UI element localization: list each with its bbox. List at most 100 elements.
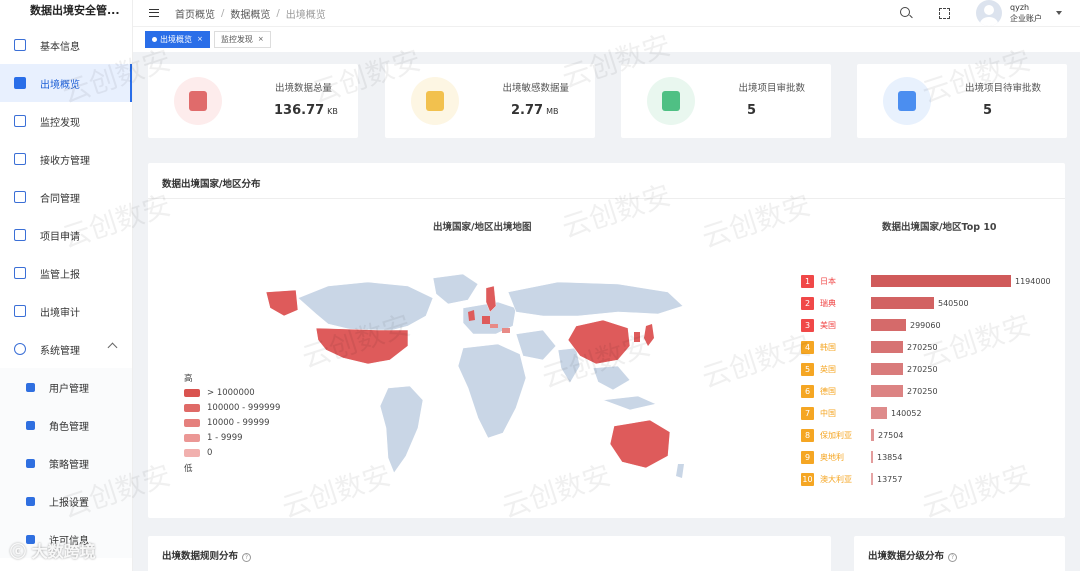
map-region-alaska bbox=[265, 289, 299, 317]
map-region-indonesia bbox=[602, 395, 657, 411]
rank-badge: 8 bbox=[801, 428, 814, 442]
bar-value: 13854 bbox=[877, 452, 903, 462]
stat-number: 2.77 bbox=[511, 103, 544, 118]
project-icon bbox=[14, 229, 26, 241]
top10-row[interactable]: 3 美国 299060 bbox=[801, 317, 1061, 333]
top10-row[interactable]: 1 日本 1194000 bbox=[801, 273, 1061, 289]
top10-row[interactable]: 6 德国 270250 bbox=[801, 383, 1061, 399]
breadcrumb-item[interactable]: 数据概览 bbox=[230, 6, 270, 21]
bar-value: 299060 bbox=[910, 320, 941, 330]
sidebar-item-8[interactable]: 系统管理 bbox=[0, 330, 132, 368]
bar-value: 540500 bbox=[938, 298, 969, 308]
sidebar-item-6[interactable]: 监管上报 bbox=[0, 254, 132, 292]
bar[interactable] bbox=[871, 275, 1011, 287]
tag-overview[interactable]: 出境概览 × bbox=[145, 31, 210, 48]
top10-row[interactable]: 7 中国 140052 bbox=[801, 405, 1061, 421]
tag-monitor[interactable]: 监控发现 × bbox=[213, 31, 271, 48]
sidebar-item-0[interactable]: 基本信息 bbox=[0, 26, 132, 64]
sidebar-item-5[interactable]: 项目申请 bbox=[0, 216, 132, 254]
legend-label: 0 bbox=[207, 447, 213, 458]
map-region-greenland bbox=[432, 273, 479, 305]
country-label: 中国 bbox=[820, 408, 836, 418]
sidebar-subitem-label: 上报设置 bbox=[49, 497, 89, 509]
legend-swatch bbox=[184, 388, 200, 397]
top10-row[interactable]: 2 瑞典 540500 bbox=[801, 295, 1061, 311]
country-label: 德国 bbox=[820, 386, 836, 396]
close-icon[interactable]: × bbox=[258, 32, 264, 47]
map-region-japan bbox=[644, 324, 654, 346]
sensitive-data-icon bbox=[411, 77, 459, 125]
sidebar-subitem-3[interactable]: 上报设置 bbox=[0, 482, 132, 520]
bar[interactable] bbox=[871, 319, 906, 331]
world-map[interactable] bbox=[258, 268, 698, 503]
sidebar-item-7[interactable]: 出境审计 bbox=[0, 292, 132, 330]
top10-row[interactable]: 8 保加利亚 27504 bbox=[801, 427, 1061, 443]
stat-value: 5 bbox=[747, 103, 759, 118]
help-icon[interactable]: ? bbox=[242, 553, 252, 562]
sidebar-item-2[interactable]: 监控发现 bbox=[0, 102, 132, 140]
sidebar-item-3[interactable]: 接收方管理 bbox=[0, 140, 132, 178]
bar[interactable] bbox=[871, 473, 873, 485]
sidebar-item-label: 合同管理 bbox=[40, 193, 80, 205]
legend-low: 低 bbox=[184, 463, 193, 474]
country-label: 奥地利 bbox=[820, 452, 844, 462]
stat-unit: KB bbox=[327, 107, 338, 116]
panel-title: 出境数据规则分布? bbox=[162, 548, 252, 562]
sidebar-subitem-label: 策略管理 bbox=[49, 459, 89, 471]
sidebar-subitem-0[interactable]: 用户管理 bbox=[0, 368, 132, 406]
country-label: 瑞典 bbox=[820, 298, 836, 308]
bar-value: 1194000 bbox=[1015, 276, 1051, 286]
bar-value: 27504 bbox=[878, 430, 904, 440]
panel-title: 数据出境国家/地区分布 bbox=[162, 179, 261, 190]
distribution-panel: 数据出境国家/地区分布 出境国家/地区出境地图 数据出境国家/地区Top 10 bbox=[148, 163, 1065, 518]
top10-row[interactable]: 9 奥地利 13854 bbox=[801, 449, 1061, 465]
bar-value: 270250 bbox=[907, 386, 938, 396]
receiver-icon bbox=[14, 153, 26, 165]
chevron-down-icon[interactable] bbox=[1056, 11, 1062, 15]
legend-item[interactable]: 0 bbox=[184, 445, 280, 460]
avatar[interactable] bbox=[976, 0, 1002, 26]
stat-number: 136.77 bbox=[274, 103, 325, 118]
breadcrumb-separator: / bbox=[276, 7, 280, 19]
stat-value: 2.77 MB bbox=[511, 103, 558, 118]
top10-title: 数据出境国家/地区Top 10 bbox=[882, 222, 997, 233]
bar[interactable] bbox=[871, 363, 903, 375]
bar[interactable] bbox=[871, 385, 903, 397]
country-label: 日本 bbox=[820, 276, 836, 286]
legend-label: 1 - 9999 bbox=[207, 432, 243, 443]
user-info[interactable]: qyzh 企业账户 bbox=[1010, 2, 1042, 24]
sidebar-item-label: 监控发现 bbox=[40, 117, 80, 129]
bar[interactable] bbox=[871, 451, 873, 463]
tags-bar: 出境概览 × 监控发现 × bbox=[133, 26, 1080, 52]
stat-unit: MB bbox=[546, 107, 559, 116]
pending-icon bbox=[883, 77, 931, 125]
top10-row[interactable]: 5 英国 270250 bbox=[801, 361, 1061, 377]
rank-badge: 2 bbox=[801, 296, 814, 310]
top10-row[interactable]: 10 澳大利亚 13757 bbox=[801, 471, 1061, 487]
monitor-icon bbox=[14, 115, 26, 127]
help-icon[interactable]: ? bbox=[948, 553, 958, 562]
breadcrumb-item[interactable]: 首页概览 bbox=[175, 6, 215, 21]
bar[interactable] bbox=[871, 341, 903, 353]
sidebar-item-4[interactable]: 合同管理 bbox=[0, 178, 132, 216]
footer-brand-text: 大数跨境 bbox=[31, 542, 96, 561]
chevron-up-icon[interactable] bbox=[107, 342, 118, 353]
stat-label: 出境项目待审批数 bbox=[964, 83, 1041, 94]
legend-item[interactable]: > 1000000 bbox=[184, 385, 280, 400]
audit-icon bbox=[14, 305, 26, 317]
bar[interactable] bbox=[871, 297, 934, 309]
legend-item[interactable]: 1 - 9999 bbox=[184, 430, 280, 445]
sidebar-subitem-1[interactable]: 角色管理 bbox=[0, 406, 132, 444]
sidebar-subitem-2[interactable]: 策略管理 bbox=[0, 444, 132, 482]
sidebar-item-1[interactable]: 出境概览 bbox=[0, 64, 132, 102]
stat-number: 5 bbox=[747, 103, 757, 118]
search-icon[interactable] bbox=[899, 6, 913, 20]
close-icon[interactable]: × bbox=[197, 32, 203, 47]
legend-item[interactable]: 100000 - 999999 bbox=[184, 400, 280, 415]
fullscreen-icon[interactable] bbox=[939, 7, 950, 19]
legend-item[interactable]: 10000 - 99999 bbox=[184, 415, 280, 430]
bar[interactable] bbox=[871, 429, 874, 441]
menu-fold-icon[interactable] bbox=[149, 9, 159, 17]
bar[interactable] bbox=[871, 407, 887, 419]
top10-row[interactable]: 4 韩国 270250 bbox=[801, 339, 1061, 355]
